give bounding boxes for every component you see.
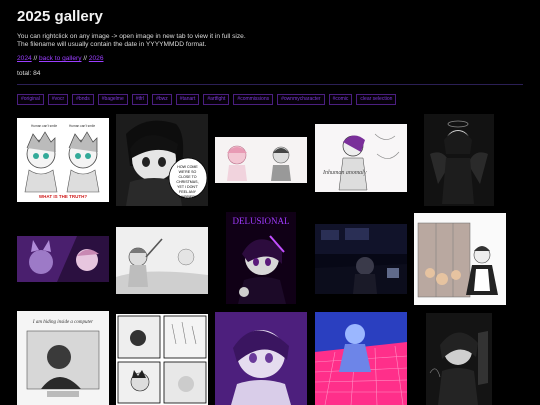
maid-lockers-art (414, 213, 506, 305)
year-nav: 2024 // back to gallery // 2026 (17, 55, 104, 62)
dark-poster-art (426, 313, 492, 405)
speech-bubble-text: HOW COME WE'RE SO CLOSE TO CHRISTMAS, YE… (176, 165, 199, 199)
page-title: 2025 gallery (17, 8, 103, 25)
caption-right: Human can't smile (69, 124, 95, 128)
nav-separator: // (31, 55, 39, 62)
christmas-speech-art: HOW COME WE'RE SO CLOSE TO CHRISTMAS, YE… (116, 114, 208, 206)
speech-line-2: WE'RE SO (179, 170, 197, 174)
thumb-pink-sketch[interactable] (215, 137, 307, 183)
tag-vocr[interactable]: #vocr (47, 94, 69, 105)
tag-artfight[interactable]: #artfight (203, 94, 230, 105)
thumb-purple-portrait[interactable] (215, 312, 307, 405)
tag-ownmycharacter[interactable]: #ownmycharacter (277, 94, 325, 105)
delusional-art: DELUSIONAL (226, 212, 296, 304)
divider (17, 84, 523, 85)
thumb-neon-grid[interactable] (315, 312, 407, 405)
tag-comic[interactable]: #comic (328, 94, 353, 105)
tag-filter-bar: #original #vocr #bnds #bagelme #tfrl #bw… (17, 94, 523, 105)
speech-line-7: HAPPIER? (179, 195, 197, 199)
sketch-page-art: Inhuman anomaly (315, 124, 407, 192)
thumb-grey-wave[interactable] (116, 227, 208, 294)
intro-text: You can rightclick on any image -> open … (17, 33, 246, 48)
thumb-sketch-page[interactable]: Inhuman anomaly (315, 124, 407, 192)
speech-line-5: YET I DON'T (177, 185, 199, 189)
neon-grid-art (315, 312, 407, 405)
clear-selection-button[interactable]: clear selection (356, 94, 397, 105)
four-panel-comic-art (116, 314, 208, 405)
thumb-maid-lockers[interactable] (414, 213, 506, 305)
speech-line-1: HOW COME (177, 165, 198, 169)
purple-portrait-art (215, 312, 307, 405)
tag-tfrl[interactable]: #tfrl (131, 94, 149, 105)
truth-comic-art: Human can't smile Human can't smile WHAT… (17, 118, 109, 202)
delusional-title: DELUSIONAL (233, 216, 290, 226)
thumb-inside-computer[interactable]: I am hiding inside a computer (17, 311, 109, 405)
thumb-four-panel-comic[interactable] (116, 314, 208, 405)
tag-bnds[interactable]: #bnds (72, 94, 94, 105)
tag-commissions[interactable]: #commissions (233, 94, 274, 105)
thumb-delusional[interactable]: DELUSIONAL (226, 212, 296, 304)
speech-line-4: CHRISTMAS, (176, 180, 198, 184)
computer-caption: I am hiding inside a computer (32, 320, 93, 325)
prev-year-link[interactable]: 2024 (17, 55, 32, 62)
speech-line-3: CLOSE TO (178, 175, 196, 179)
pink-sketch-art (215, 137, 307, 183)
total-count: total: 84 (17, 70, 41, 77)
dark-winged-art (424, 114, 494, 206)
grey-wave-art (116, 227, 208, 294)
thumb-truth-comic[interactable]: Human can't smile Human can't smile WHAT… (17, 118, 109, 202)
thumb-christmas-speech[interactable]: HOW COME WE'RE SO CLOSE TO CHRISTMAS, YE… (116, 114, 208, 206)
purple-cat-art (17, 236, 109, 282)
intro-line-1: You can rightclick on any image -> open … (17, 33, 246, 40)
sketch-scribble: Inhuman anomaly (322, 170, 367, 176)
tag-tanart[interactable]: #tanart (175, 94, 200, 105)
intro-line-2: The filename will usually contain the da… (17, 40, 207, 48)
inside-computer-art: I am hiding inside a computer (17, 311, 109, 405)
next-year-link[interactable]: 2026 (89, 55, 104, 62)
back-to-gallery-link[interactable]: back to gallery (39, 55, 82, 62)
tag-original[interactable]: #original (17, 94, 44, 105)
tag-bagelme[interactable]: #bagelme (97, 94, 128, 105)
caption-left: Human can't smile (31, 124, 57, 128)
nav-separator: // (81, 55, 89, 62)
thumb-dark-poster[interactable] (426, 313, 492, 405)
truth-caption: WHAT IS THE TRUTH? (39, 194, 87, 199)
tag-bwz[interactable]: #bwz (152, 94, 172, 105)
thumb-dark-winged[interactable] (424, 114, 494, 206)
speech-line-6: FEEL ANY (179, 190, 197, 194)
thumb-dark-street[interactable] (315, 224, 407, 294)
dark-street-art (315, 224, 407, 294)
thumb-purple-cat[interactable] (17, 236, 109, 282)
